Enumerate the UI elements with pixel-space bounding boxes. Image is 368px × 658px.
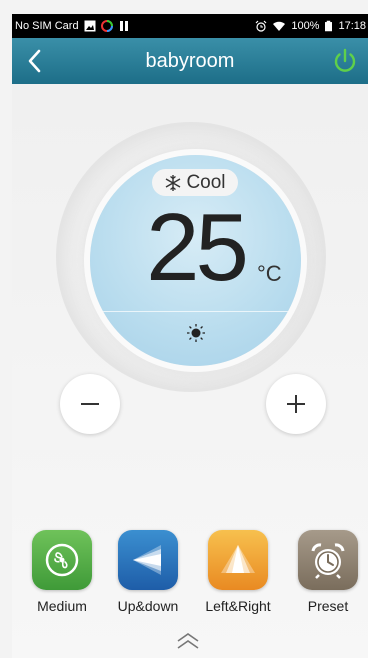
fan-speed-label: Medium — [37, 598, 87, 614]
fan-speed-button[interactable]: Medium — [22, 530, 102, 614]
battery-level: 100% — [291, 20, 320, 32]
app-notification-icon — [100, 20, 113, 32]
page-title: babyroom — [145, 49, 235, 72]
dial-divider — [90, 311, 301, 312]
chevron-up-icon[interactable] — [174, 630, 202, 652]
horizontal-swing-button[interactable]: Left&Right — [198, 530, 278, 614]
carrier-label: No SIM Card — [15, 20, 79, 32]
horizontal-swing-label: Left&Right — [205, 598, 271, 614]
snowflake-icon — [166, 174, 181, 191]
image-notification-icon — [84, 20, 96, 32]
mode-label: Cool — [186, 171, 226, 193]
vertical-swing-button[interactable]: Up&down — [108, 530, 188, 614]
mode-badge[interactable]: Cool — [152, 169, 238, 196]
alarm-clock-icon — [311, 543, 345, 579]
decrease-temperature-button[interactable] — [60, 374, 120, 434]
vertical-swing-icon — [133, 545, 161, 575]
minus-icon — [81, 403, 99, 405]
temperature-unit: °C — [257, 261, 282, 286]
temperature-dial[interactable]: Cool 25 °C — [90, 155, 301, 366]
horizontal-swing-tile — [208, 530, 268, 590]
vertical-swing-label: Up&down — [117, 598, 179, 614]
preset-tile — [298, 530, 358, 590]
battery-icon — [325, 20, 333, 32]
power-icon[interactable] — [330, 46, 360, 76]
status-bar: No SIM Card 100% 17:18 — [12, 14, 368, 38]
horizontal-swing-icon — [221, 545, 255, 573]
main-content: Cool 25 °C Medium Up&down Left&Right Pre… — [12, 84, 368, 658]
increase-temperature-button[interactable] — [266, 374, 326, 434]
wifi-icon — [273, 21, 286, 31]
fan-speed-icon — [45, 543, 79, 577]
preset-label: Preset — [307, 598, 349, 614]
vertical-swing-tile — [118, 530, 178, 590]
fan-speed-tile — [32, 530, 92, 590]
preset-button[interactable]: Preset — [288, 530, 368, 614]
light-icon[interactable] — [184, 323, 208, 343]
title-bar: babyroom — [12, 38, 368, 84]
alarm-icon — [255, 20, 267, 32]
plus-icon — [287, 395, 305, 413]
clock: 17:18 — [338, 20, 366, 32]
pause-notification-icon — [119, 21, 128, 31]
